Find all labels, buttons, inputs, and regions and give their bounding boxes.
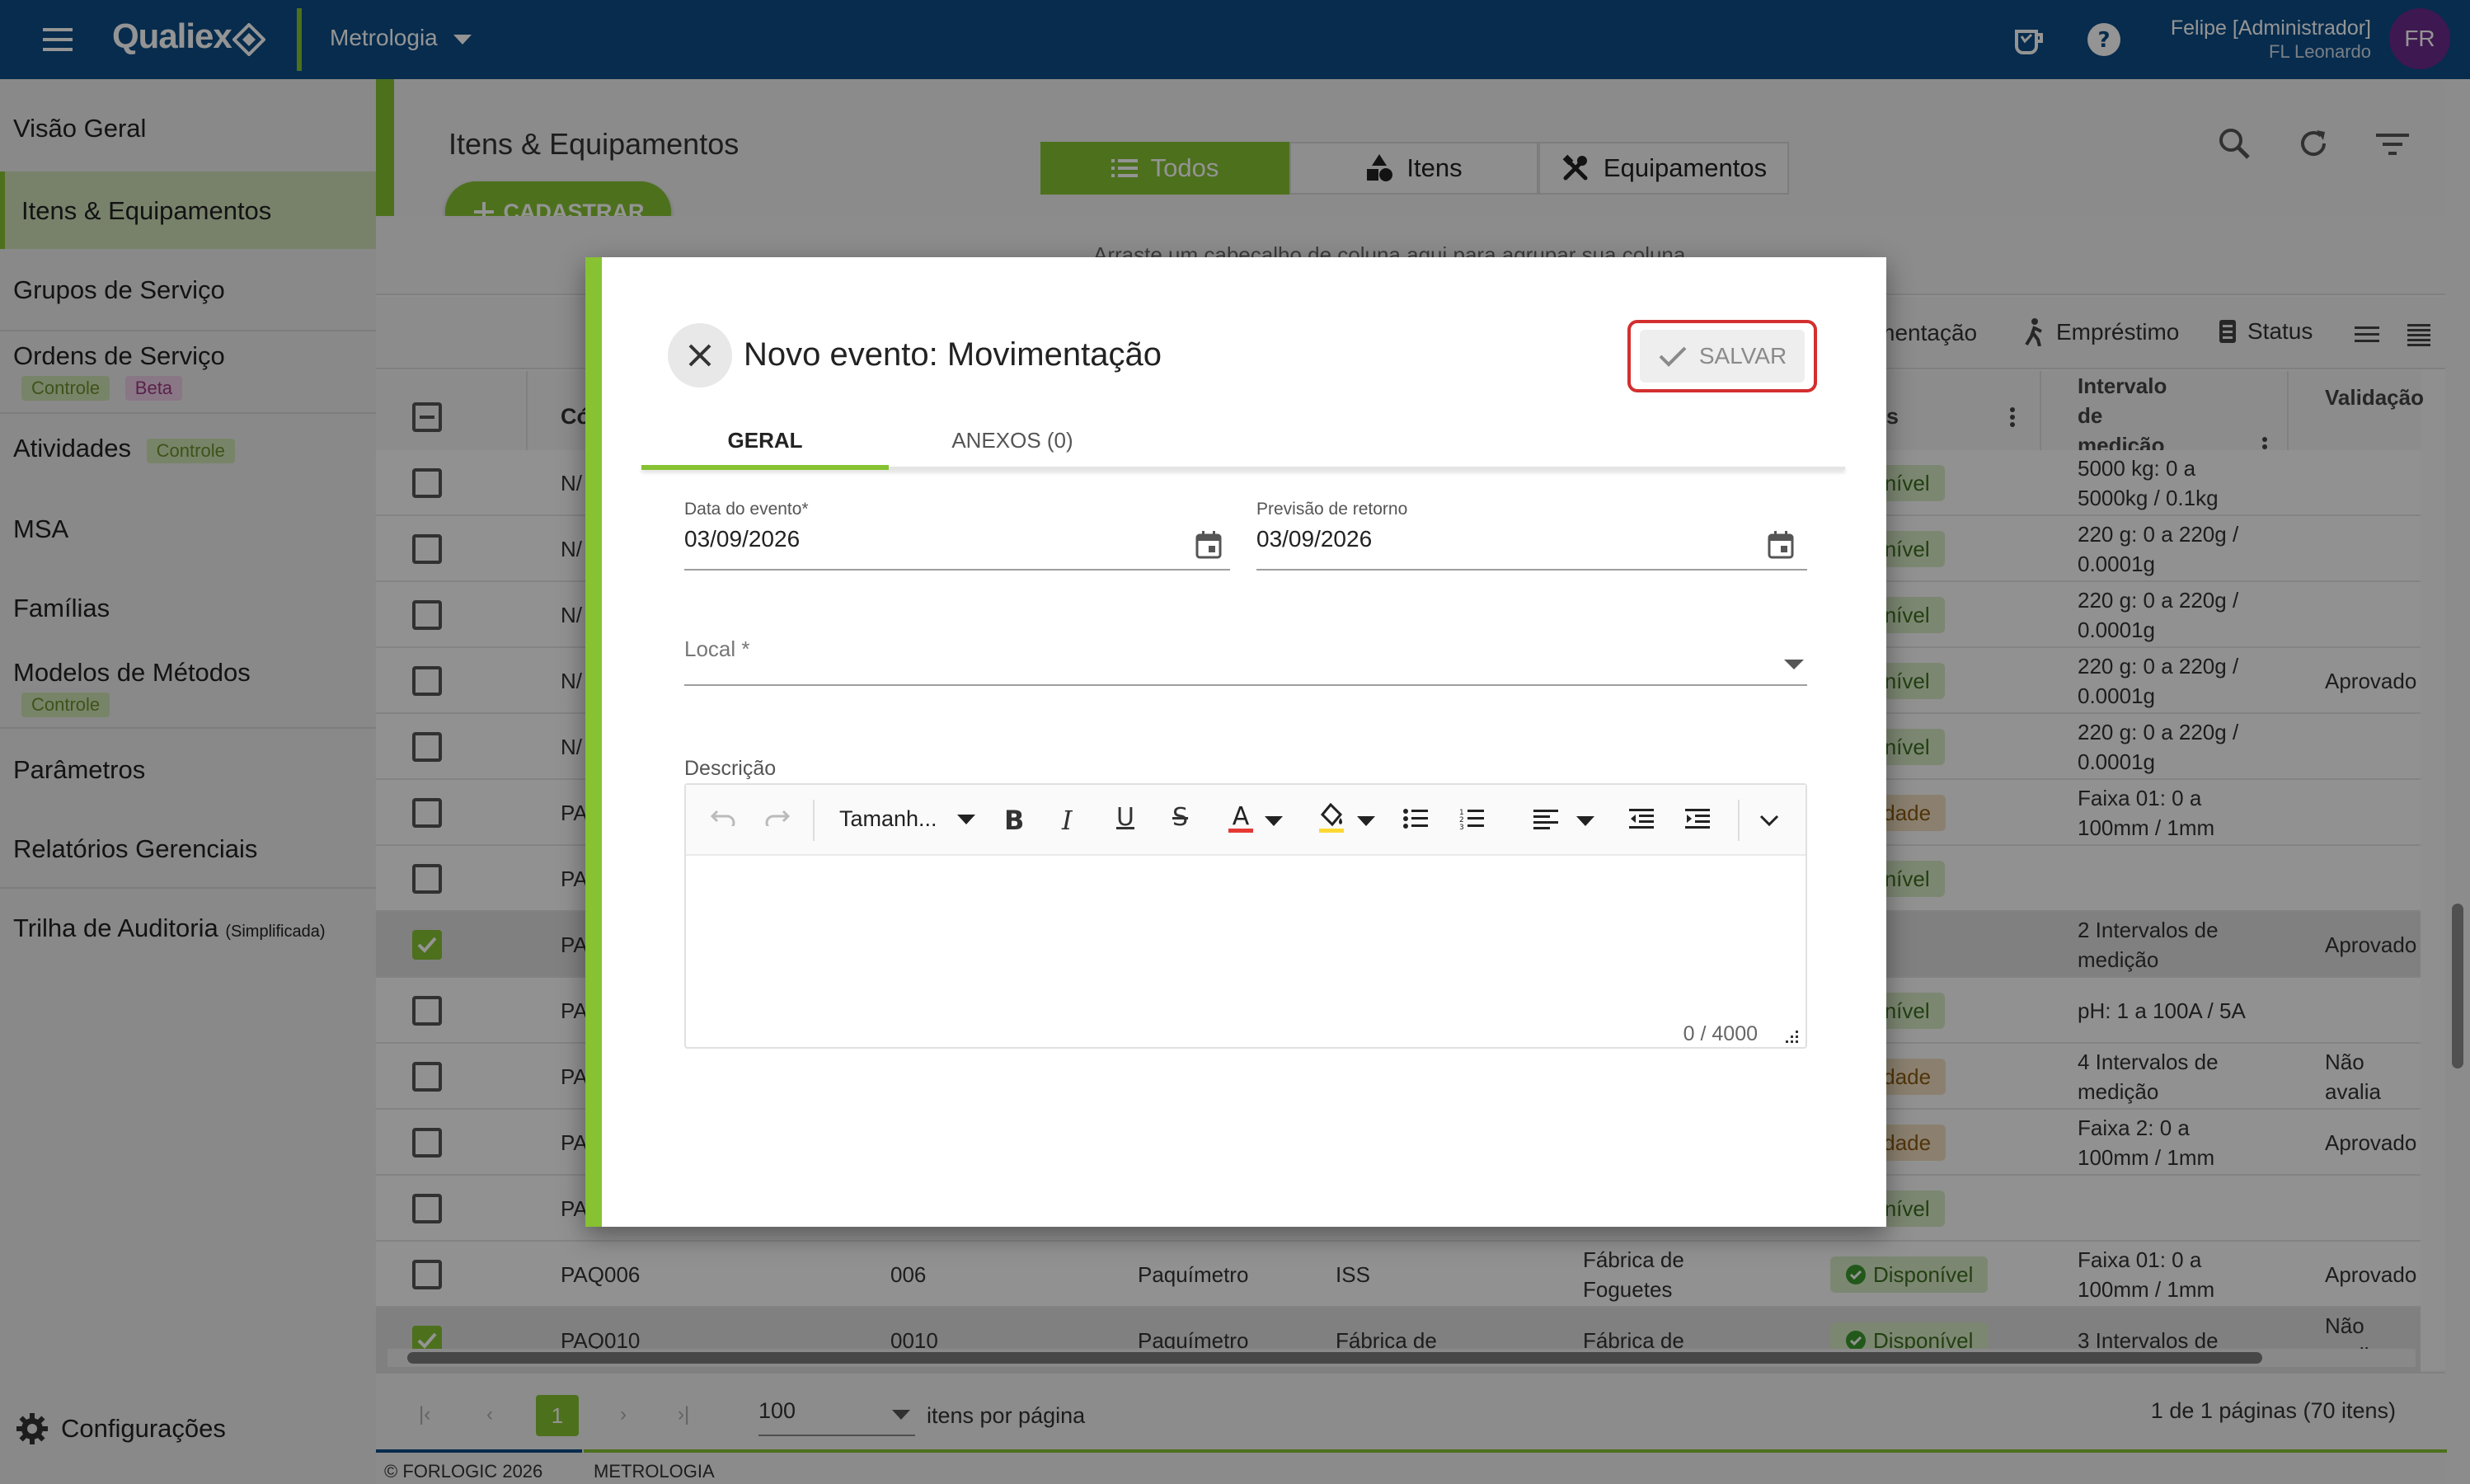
redo-icon[interactable] (765, 808, 790, 826)
new-event-dialog: Novo evento: Movimentação SALVAR GERAL A… (585, 257, 1886, 1227)
numbered-list-icon[interactable]: 123 (1459, 808, 1484, 829)
active-tab-indicator (641, 465, 889, 470)
font-color-icon[interactable]: A (1227, 801, 1255, 834)
chevron-down-icon[interactable] (1357, 816, 1375, 826)
dialog-accent-stripe (585, 257, 602, 1227)
character-counter: 0 / 4000 (1683, 1022, 1758, 1045)
local-underline (684, 684, 1807, 686)
return-date-underline (1256, 569, 1807, 571)
chevron-down-icon (1784, 660, 1804, 669)
local-select[interactable]: Local * (684, 636, 1807, 686)
underline-icon[interactable]: U (1116, 803, 1134, 832)
chevron-down-icon[interactable] (1265, 816, 1283, 826)
description-text-area[interactable] (689, 859, 1802, 1016)
resize-handle-icon[interactable] (1784, 1029, 1799, 1044)
italic-icon[interactable]: I (1062, 805, 1073, 836)
event-date-input[interactable]: 03/09/2026 (684, 526, 800, 552)
chevron-down-icon (956, 814, 975, 824)
check-icon (1658, 345, 1688, 368)
bold-icon[interactable]: B (1004, 805, 1024, 836)
font-size-dropdown[interactable]: Tamanh... (839, 806, 975, 832)
strikethrough-icon[interactable]: S (1172, 803, 1188, 832)
chevron-down-icon[interactable] (1576, 816, 1594, 826)
save-button-highlight: SALVAR (1627, 320, 1817, 392)
event-date-label: Data do evento* (684, 500, 809, 519)
editor-toolbar: Tamanh... B I U S A 123 (686, 785, 1806, 856)
event-date-underline (684, 569, 1230, 571)
svg-text:3: 3 (1459, 824, 1464, 829)
outdent-icon[interactable] (1629, 808, 1654, 829)
save-label: SALVAR (1698, 343, 1787, 369)
tab-label: GERAL (727, 427, 803, 453)
svg-text:A: A (1233, 802, 1250, 831)
calendar-icon[interactable] (1768, 531, 1794, 559)
dialog-title: Novo evento: Movimentação (744, 336, 1162, 373)
tab-label: ANEXOS (0) (951, 427, 1073, 453)
return-date-input[interactable]: 03/09/2026 (1256, 526, 1372, 552)
return-date-label: Previsão de retorno (1256, 500, 1408, 519)
close-button[interactable] (668, 323, 732, 387)
more-tools-chevron-icon[interactable] (1759, 815, 1779, 826)
local-label: Local * (684, 636, 750, 661)
bullet-list-icon[interactable] (1403, 808, 1428, 829)
highlight-color-icon[interactable] (1317, 801, 1345, 834)
save-button[interactable]: SALVAR (1640, 330, 1805, 383)
close-icon (687, 342, 713, 369)
tab-anexos[interactable]: ANEXOS (0) (889, 404, 1136, 477)
indent-icon[interactable] (1685, 808, 1710, 829)
align-left-icon[interactable] (1533, 808, 1558, 829)
font-size-label: Tamanh... (839, 806, 937, 831)
description-editor: Tamanh... B I U S A 123 0 / 4000 (684, 783, 1807, 1049)
undo-icon[interactable] (711, 808, 735, 826)
calendar-icon[interactable] (1195, 531, 1222, 559)
description-label: Descrição (684, 757, 777, 780)
